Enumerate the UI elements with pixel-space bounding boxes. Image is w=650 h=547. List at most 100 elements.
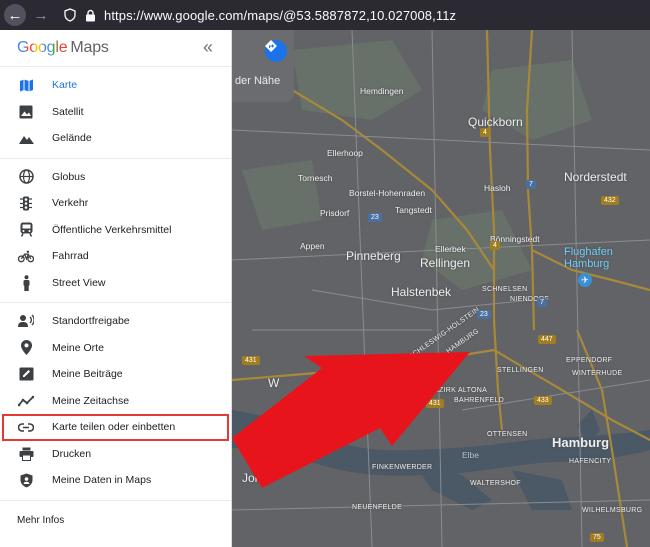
menu-item-meine-zeitachse[interactable]: Meine Zeitachse	[0, 388, 231, 415]
menu-item-fahrrad[interactable]: Fahrrad	[0, 243, 231, 270]
traffic-light-icon	[18, 195, 34, 211]
lock-icon[interactable]	[82, 7, 98, 23]
back-button[interactable]: ←	[4, 4, 26, 26]
menu-item-meine-orte[interactable]: Meine Orte	[0, 335, 231, 362]
road-shield: 75	[590, 533, 604, 542]
road-shield: 433	[534, 396, 552, 405]
map-label: W	[268, 376, 280, 390]
map-label: Tangstedt	[395, 205, 432, 215]
menu-item-label: Fahrrad	[52, 250, 89, 263]
menu-item-label: Karte	[52, 79, 78, 92]
map-label: OTTENSEN	[487, 431, 528, 438]
menu-item-label: Standortfreigabe	[52, 315, 130, 328]
menu-item-label: Globus	[52, 170, 86, 183]
print-icon	[18, 446, 34, 462]
map-label: Rellingen	[420, 256, 471, 270]
logo-maps: Maps	[70, 39, 109, 56]
map-label: Norderstedt	[564, 170, 627, 184]
bicycle-icon	[18, 248, 34, 264]
map-label: Prisdorf	[320, 208, 350, 218]
forward-button[interactable]: →	[30, 4, 52, 26]
menu-item-meine-beitraege[interactable]: Meine Beiträge	[0, 361, 231, 388]
menu-item-label: Gelände	[52, 132, 92, 145]
map-label: BLANKENESE	[349, 409, 399, 416]
map-label: Elbe	[462, 450, 480, 460]
airport-icon[interactable]: ✈	[578, 273, 592, 287]
map-label: Halstenbek	[391, 285, 452, 299]
collapse-menu-button[interactable]: «	[203, 37, 213, 58]
menu-item-globus[interactable]: Globus	[0, 164, 231, 191]
road-shield: 7	[526, 180, 536, 189]
menu-item-label: Karte teilen oder einbetten	[52, 421, 176, 434]
arrow-left-icon: ←	[7, 6, 23, 24]
directions-button[interactable]	[265, 40, 287, 62]
menu-item-label: Street View	[52, 276, 106, 289]
menu-item-karte-teilen[interactable]: Karte teilen oder einbetten	[2, 414, 229, 441]
browser-toolbar: ← → https://www.google.com/maps/@53.5887…	[0, 0, 650, 30]
road-shield: 23	[477, 310, 491, 319]
map-label: FINKENWERDER	[372, 464, 433, 471]
image-icon	[18, 104, 34, 120]
map-label: WALTERSHOF	[470, 480, 521, 487]
map-canvas[interactable]: der Nähe Hemdingen Ellerhoop Quickborn N…	[232, 30, 650, 547]
side-menu: Google Maps « Karte Satellit Gelände Glob…	[0, 30, 232, 547]
road-shield: 431	[242, 356, 260, 365]
map-label: HAFENCITY	[569, 458, 612, 465]
map-icon	[18, 77, 34, 93]
road-shield: 4	[480, 128, 490, 137]
map-label: Hamburg	[552, 435, 610, 450]
google-maps-logo: Google Maps	[17, 39, 109, 57]
pin-icon	[18, 340, 34, 356]
menu-item-label: Meine Daten in Maps	[52, 474, 152, 487]
map-label: BEZIRK ALTONA	[429, 387, 488, 394]
map-label: STELLINGEN	[497, 367, 544, 374]
road-shield: 431	[426, 399, 444, 408]
train-icon	[18, 222, 34, 238]
menu-item-satellit[interactable]: Satellit	[0, 99, 231, 126]
terrain-icon	[18, 130, 34, 146]
menu-item-label: Satellit	[52, 105, 84, 118]
map-label: NEUENFELDE	[352, 504, 403, 511]
menu-item-label: Meine Orte	[52, 341, 104, 354]
nearby-text: der Nähe	[235, 75, 281, 87]
link-icon	[18, 419, 34, 435]
edit-icon	[18, 366, 34, 382]
more-info-link[interactable]: Mehr Infos	[0, 499, 231, 526]
address-bar[interactable]: https://www.google.com/maps/@53.5887872,…	[104, 8, 456, 23]
map-label: Hemdingen	[360, 86, 404, 96]
road-shield: 7	[537, 298, 547, 307]
map-label: RISSEN	[328, 361, 356, 368]
map-label: Ellerbek	[435, 244, 466, 254]
menu-item-label: Drucken	[52, 447, 92, 460]
map-label: Tornesch	[298, 173, 333, 183]
menu-item-oepnv[interactable]: Öffentliche Verkehrsmittel	[0, 217, 231, 244]
menu-item-gelaende[interactable]: Gelände	[0, 125, 231, 152]
menu-item-standortfreigabe[interactable]: Standortfreigabe	[0, 308, 231, 335]
road-shield: 432	[601, 196, 619, 205]
menu-item-karte[interactable]: Karte	[0, 72, 231, 99]
menu-header: Google Maps «	[0, 30, 231, 66]
map-label: Pinneberg	[346, 249, 401, 263]
nearby-panel: der Nähe	[232, 30, 294, 102]
menu-item-street-view[interactable]: Street View	[0, 270, 231, 297]
map-label: Borstel-Hohenraden	[349, 188, 426, 198]
menu-item-verkehr[interactable]: Verkehr	[0, 190, 231, 217]
menu-item-label: Meine Zeitachse	[52, 394, 130, 407]
map-label: WINTERHUDE	[572, 370, 623, 377]
menu-item-drucken[interactable]: Drucken	[0, 441, 231, 468]
shield-icon[interactable]	[62, 7, 78, 23]
map-label: Ellerhoop	[327, 148, 363, 158]
arrow-right-icon: →	[33, 6, 49, 24]
globe-icon	[18, 169, 34, 185]
map-label: WILHELMSBURG	[582, 507, 643, 514]
airport-label: Flughafen Hamburg	[564, 246, 613, 270]
menu-item-label: Verkehr	[52, 197, 89, 210]
shield-user-icon	[18, 472, 34, 488]
road-shield: 4	[490, 241, 500, 250]
map-label: Jork	[242, 471, 265, 485]
double-chevron-left-icon: «	[202, 37, 213, 57]
logo-google: Google	[17, 39, 68, 56]
map-label: Appen	[300, 241, 325, 251]
menu-item-meine-daten[interactable]: Meine Daten in Maps	[0, 467, 231, 494]
menu-item-label: Meine Beiträge	[52, 368, 123, 381]
